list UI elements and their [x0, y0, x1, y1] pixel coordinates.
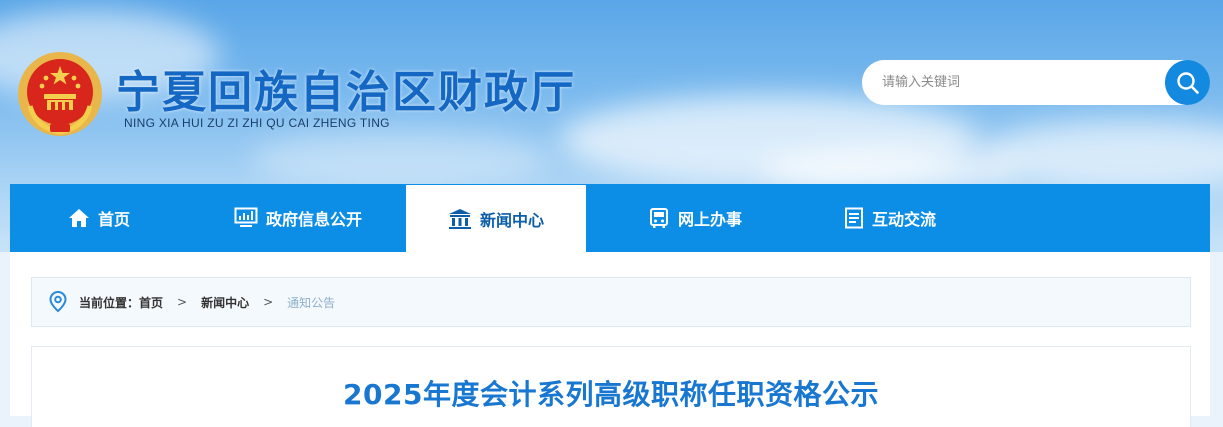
nav-item-home[interactable]: 首页 — [68, 184, 130, 252]
nav-item-label: 首页 — [98, 210, 131, 229]
search-button[interactable] — [1165, 60, 1210, 105]
location-pin-icon — [49, 291, 67, 313]
breadcrumb: 当前位置： 首页 > 新闻中心 > 通知公告 — [31, 277, 1191, 327]
breadcrumb-link-news[interactable]: 新闻中心 — [201, 294, 249, 311]
nav-item-label: 网上办事 — [678, 210, 743, 229]
breadcrumb-separator: > — [263, 295, 274, 309]
nav-item-label: 新闻中心 — [479, 211, 544, 230]
sky-cloud — [980, 120, 1223, 190]
breadcrumb-label: 当前位置： — [79, 295, 140, 310]
main-nav: 首页 政府信息公开 新闻中心 网上办事 互动交流 — [10, 184, 1210, 253]
article-title: 2025年度会计系列高级职称任职资格公示 — [343, 378, 879, 411]
search-icon — [1176, 71, 1199, 94]
main-content: 当前位置： 首页 > 新闻中心 > 通知公告 2025年度会计系列高级职称任职资… — [10, 252, 1210, 427]
document-icon — [844, 207, 864, 229]
home-icon — [68, 208, 90, 228]
breadcrumb-link-home[interactable]: 首页 — [139, 294, 163, 311]
search-bar — [862, 60, 1210, 105]
site-title[interactable]: 宁夏回族自治区财政厅 — [116, 56, 576, 120]
nav-item-gov-info[interactable]: 政府信息公开 — [234, 184, 362, 252]
nav-item-online-service[interactable]: 网上办事 — [648, 184, 742, 252]
bus-service-icon — [648, 207, 670, 229]
nav-item-label: 互动交流 — [872, 210, 937, 229]
article-container: 2025年度会计系列高级职称任职资格公示 — [31, 346, 1191, 427]
breadcrumb-current: 通知公告 — [287, 295, 336, 310]
building-icon — [448, 208, 472, 230]
search-input[interactable] — [862, 60, 1172, 105]
breadcrumb-separator: > — [177, 295, 188, 309]
national-emblem-icon[interactable] — [16, 50, 104, 138]
sky-cloud — [250, 130, 550, 190]
site-subtitle: NING XIA HUI ZU ZI ZHI QU CAI ZHENG TING — [124, 116, 390, 130]
monitor-icon — [234, 207, 258, 229]
nav-item-news[interactable]: 新闻中心 — [406, 185, 586, 253]
nav-item-label: 政府信息公开 — [266, 210, 363, 229]
nav-item-interaction[interactable]: 互动交流 — [844, 184, 936, 252]
